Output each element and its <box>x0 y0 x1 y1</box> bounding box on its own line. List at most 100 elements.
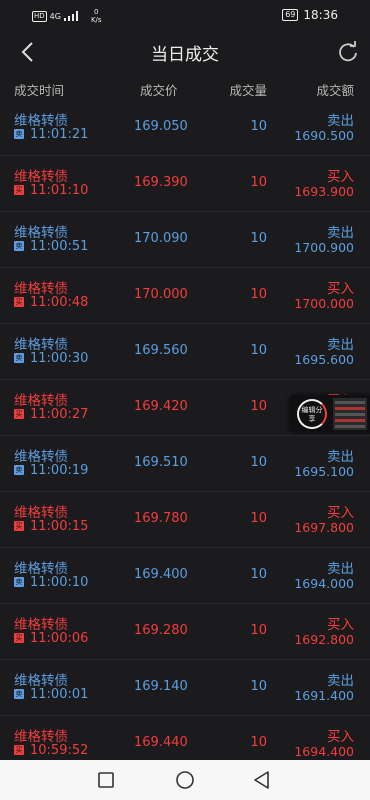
trade-volume: 10 <box>250 231 267 246</box>
trade-side-tag: 买 <box>14 745 24 755</box>
trade-price: 169.780 <box>134 511 188 526</box>
circle-home-icon <box>176 771 194 789</box>
trade-name: 维格转债 <box>14 449 68 465</box>
trade-name: 维格转债 <box>14 337 68 353</box>
trade-name: 维格转债 <box>14 505 68 521</box>
status-right: 69 18:36 <box>282 8 338 22</box>
floating-share-widget[interactable]: 编辑分享 <box>289 395 370 433</box>
trade-direction: 买入 <box>327 505 354 521</box>
column-time: 成交时间 <box>14 83 65 98</box>
column-amount: 成交额 <box>316 83 354 98</box>
thumb-line <box>335 425 365 428</box>
page-header: 当日成交 <box>0 30 370 74</box>
trade-direction: 卖出 <box>327 449 354 465</box>
trade-side-tag: 买 <box>14 521 24 531</box>
column-headers: 成交时间 成交价 成交量 成交额 <box>0 80 370 100</box>
trade-row[interactable]: 维格转债买 11:00:15 169.780 10 买入 1697.800 <box>0 492 370 548</box>
trade-side-tag: 买 <box>14 297 24 307</box>
trade-direction: 卖出 <box>327 673 354 689</box>
trade-name: 维格转债 <box>14 673 68 689</box>
trade-amount: 1697.800 <box>294 520 354 535</box>
trade-name: 维格转债 <box>14 113 68 129</box>
trade-name: 维格转债 <box>14 561 68 577</box>
trade-price: 169.420 <box>134 399 188 414</box>
trade-row[interactable]: 维格转债卖 11:00:30 169.560 10 卖出 1695.600 <box>0 324 370 380</box>
trade-amount: 1694.400 <box>294 744 354 759</box>
trade-row[interactable]: 维格转债卖 11:00:10 169.400 10 卖出 1694.000 <box>0 548 370 604</box>
trade-name: 维格转债 <box>14 169 68 185</box>
trade-direction: 买入 <box>327 169 354 185</box>
trade-side-tag: 卖 <box>14 129 24 139</box>
trade-direction: 卖出 <box>327 113 354 129</box>
column-price: 成交价 <box>140 83 178 98</box>
trade-price: 169.510 <box>134 455 188 470</box>
trade-direction: 买入 <box>327 281 354 297</box>
status-left: HD 4G 0 K/s <box>32 8 102 24</box>
thumb-line <box>335 419 365 422</box>
system-nav-bar <box>0 760 370 800</box>
trade-side-tag: 卖 <box>14 577 24 587</box>
trade-row[interactable]: 维格转债买 11:00:06 169.280 10 买入 1692.800 <box>0 604 370 660</box>
trade-price: 169.560 <box>134 343 188 358</box>
trade-amount: 1691.400 <box>294 688 354 703</box>
trade-volume: 10 <box>250 343 267 358</box>
column-volume: 成交量 <box>229 83 267 98</box>
trade-direction: 买入 <box>327 617 354 633</box>
trade-side-tag: 卖 <box>14 241 24 251</box>
status-bar: HD 4G 0 K/s 69 18:36 <box>0 0 370 30</box>
trade-time: 11:00:10 <box>30 575 89 590</box>
trade-time: 10:59:52 <box>30 743 89 758</box>
trade-row[interactable]: 维格转债买 11:01:10 169.390 10 买入 1693.900 <box>0 156 370 212</box>
trade-volume: 10 <box>250 735 267 750</box>
trade-volume: 10 <box>250 623 267 638</box>
trade-list: 维格转债卖 11:01:21 169.050 10 卖出 1690.500 维格转债买 11:… <box>0 100 370 772</box>
trade-amount: 1695.600 <box>294 352 354 367</box>
trade-direction: 卖出 <box>327 337 354 353</box>
screenshot-thumbnail[interactable] <box>333 398 367 430</box>
trade-price: 170.090 <box>134 231 188 246</box>
trade-amount: 1693.900 <box>294 184 354 199</box>
trade-volume: 10 <box>250 567 267 582</box>
trade-amount: 1692.800 <box>294 632 354 647</box>
trade-time: 11:01:10 <box>30 183 89 198</box>
refresh-icon <box>339 41 357 62</box>
recent-apps-button[interactable] <box>95 769 117 791</box>
signal-icon <box>63 11 78 21</box>
trade-price: 169.280 <box>134 623 188 638</box>
trade-amount: 1700.000 <box>294 296 354 311</box>
trade-direction: 卖出 <box>327 225 354 241</box>
battery-icon: 69 <box>282 9 299 21</box>
trade-volume: 10 <box>250 399 267 414</box>
trade-row[interactable]: 维格转债卖 11:00:01 169.140 10 卖出 1691.400 <box>0 660 370 716</box>
edit-share-button[interactable]: 编辑分享 <box>297 399 327 429</box>
trade-name: 维格转债 <box>14 225 68 241</box>
trade-row[interactable]: 维格转债卖 11:01:21 169.050 10 卖出 1690.500 <box>0 100 370 156</box>
trade-side-tag: 卖 <box>14 465 24 475</box>
trade-name: 维格转债 <box>14 729 68 745</box>
trade-price: 169.140 <box>134 679 188 694</box>
trade-time: 11:00:48 <box>30 295 89 310</box>
trade-time: 11:00:01 <box>30 687 89 702</box>
page-title: 当日成交 <box>151 45 219 65</box>
trade-price: 169.390 <box>134 175 188 190</box>
trade-row[interactable]: 维格转债买 11:00:48 170.000 10 买入 1700.000 <box>0 268 370 324</box>
trade-price: 169.400 <box>134 567 188 582</box>
trade-volume: 10 <box>250 175 267 190</box>
trade-side-tag: 买 <box>14 409 24 419</box>
nav-back-button[interactable] <box>251 769 273 791</box>
trade-price: 169.440 <box>134 735 188 750</box>
trade-row[interactable]: 维格转债卖 11:00:19 169.510 10 卖出 1695.100 <box>0 436 370 492</box>
trade-side-tag: 卖 <box>14 689 24 699</box>
net-speed: 0 K/s <box>91 8 102 24</box>
trade-time: 11:00:15 <box>30 519 89 534</box>
net-speed-unit: K/s <box>90 16 102 24</box>
home-button[interactable] <box>174 769 196 791</box>
trade-time: 11:00:06 <box>30 631 89 646</box>
trade-price: 170.000 <box>134 287 188 302</box>
trade-name: 维格转债 <box>14 617 68 633</box>
refresh-button[interactable] <box>334 38 362 66</box>
network-badge: HD <box>32 10 47 22</box>
trade-row[interactable]: 维格转债卖 11:00:51 170.090 10 卖出 1700.900 <box>0 212 370 268</box>
trade-name: 维格转债 <box>14 281 68 297</box>
trade-volume: 10 <box>250 119 267 134</box>
